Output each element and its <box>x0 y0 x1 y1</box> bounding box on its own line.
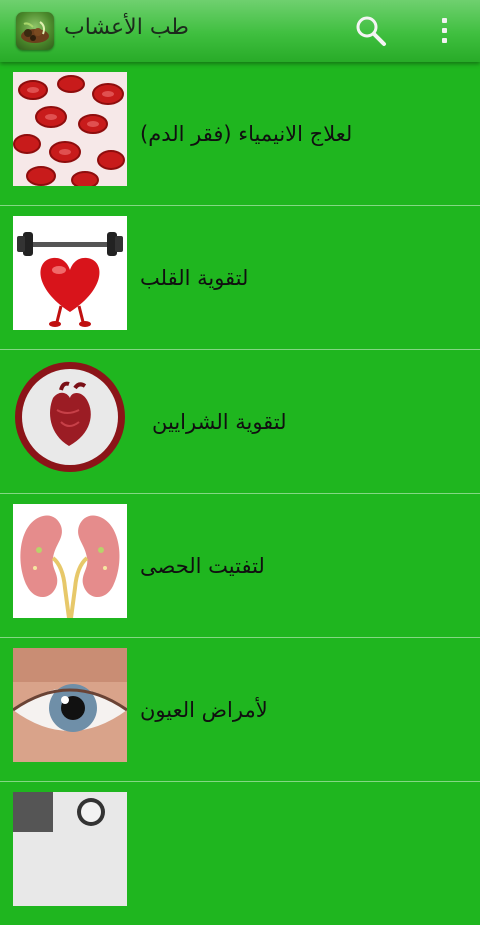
item-label: لأمراض العيون <box>140 697 268 722</box>
remedy-list: لعلاج الانيمياء (فقر الدم) لتقوية القلب <box>0 62 480 925</box>
anatomical-heart-badge-image <box>13 360 127 474</box>
eye-image <box>13 648 127 762</box>
item-label: لتقوية القلب <box>140 265 249 290</box>
app-title: طب الأعشاب <box>64 15 189 40</box>
list-item-partial[interactable] <box>0 782 480 925</box>
red-blood-cells-image <box>13 72 127 186</box>
kidneys-image <box>13 504 127 618</box>
list-item-anemia[interactable]: لعلاج الانيمياء (فقر الدم) <box>0 62 480 206</box>
herbs-app-icon[interactable] <box>16 12 54 50</box>
list-item-stones[interactable]: لتفتيت الحصى <box>0 494 480 638</box>
search-button[interactable] <box>354 14 388 48</box>
item-label: لتفتيت الحصى <box>140 553 265 578</box>
action-bar: طب الأعشاب <box>0 0 480 62</box>
list-item-heart[interactable]: لتقوية القلب <box>0 206 480 350</box>
search-icon <box>356 16 386 46</box>
list-item-eyes[interactable]: لأمراض العيون <box>0 638 480 782</box>
item-label: لتقوية الشرايين <box>152 409 287 434</box>
blood-pressure-image <box>13 792 127 906</box>
list-item-arteries[interactable]: لتقوية الشرايين <box>0 350 480 494</box>
heart-lifting-dumbbell-image <box>13 216 127 330</box>
overflow-menu-button[interactable] <box>434 14 454 48</box>
item-label: لعلاج الانيمياء (فقر الدم) <box>140 121 353 146</box>
